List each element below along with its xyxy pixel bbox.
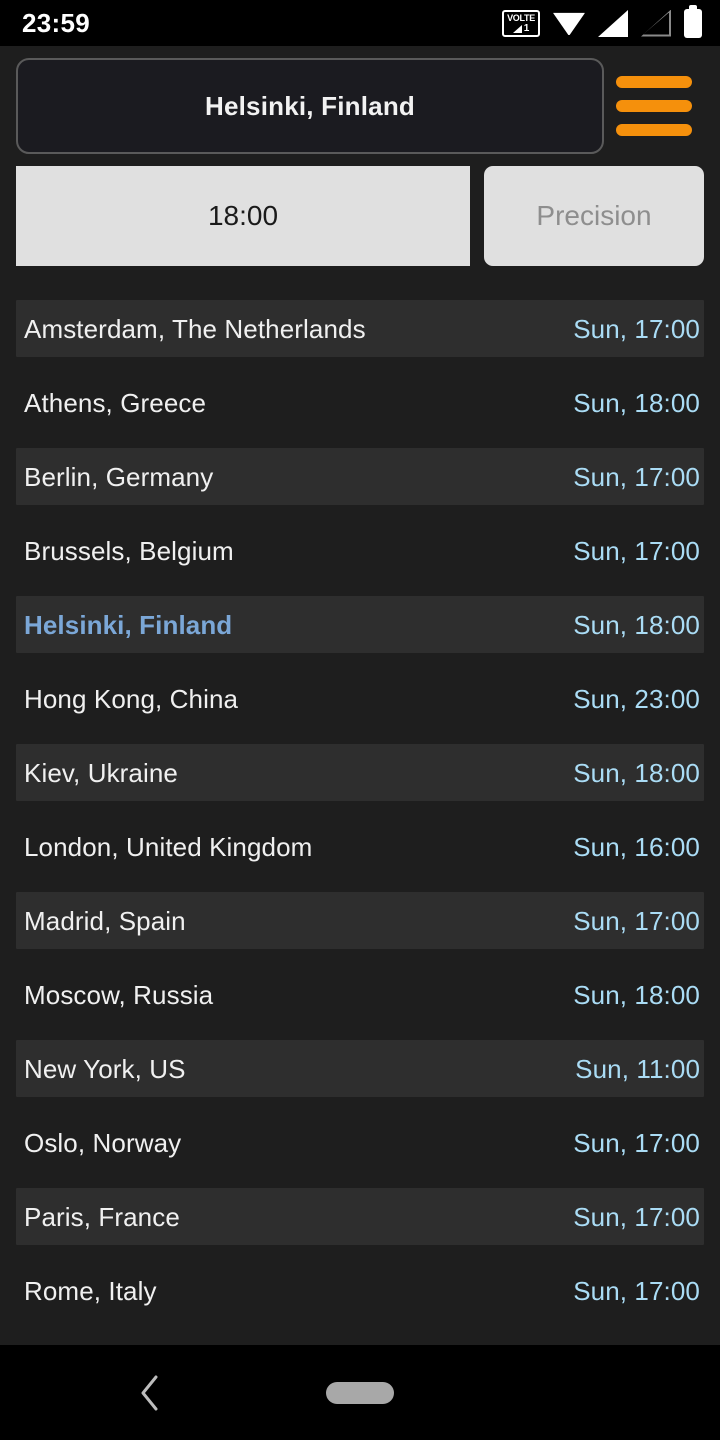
list-item[interactable]: Berlin, Germany Sun, 17:00 bbox=[0, 440, 720, 514]
city-time-value: Sun, 17:00 bbox=[573, 313, 700, 344]
volte-number: 1 bbox=[523, 22, 530, 34]
volte-signal: 1 bbox=[512, 22, 530, 34]
volte-icon: VOLTE 1 bbox=[502, 9, 540, 37]
list-item[interactable]: New York, US Sun, 11:00 bbox=[0, 1032, 720, 1106]
city-time-value: Sun, 17:00 bbox=[573, 905, 700, 936]
city-label: Hong Kong, China bbox=[24, 683, 239, 714]
precision-button[interactable]: Precision bbox=[484, 166, 704, 266]
time-button[interactable]: 18:00 bbox=[16, 166, 470, 266]
menu-bar-3 bbox=[616, 124, 692, 136]
city-time-value: Sun, 18:00 bbox=[573, 387, 700, 418]
list-item[interactable]: Brussels, Belgium Sun, 17:00 bbox=[0, 514, 720, 588]
list-item[interactable]: London, United Kingdom Sun, 16:00 bbox=[0, 810, 720, 884]
list-item[interactable]: Kiev, Ukraine Sun, 18:00 bbox=[0, 736, 720, 810]
city-time-value: Sun, 17:00 bbox=[573, 1127, 700, 1158]
city-time-value: Sun, 16:00 bbox=[573, 831, 700, 862]
app-header: Helsinki, Finland bbox=[0, 46, 720, 166]
control-bar: 18:00 Precision bbox=[0, 166, 720, 266]
list-item[interactable]: Rome, Italy Sun, 17:00 bbox=[0, 1254, 720, 1328]
city-time-list[interactable]: Amsterdam, The Netherlands Sun, 17:00 Athe… bbox=[0, 292, 720, 1338]
city-label: Kiev, Ukraine bbox=[24, 757, 178, 788]
cellular-signal-icon bbox=[598, 9, 628, 37]
hamburger-menu-icon[interactable] bbox=[604, 58, 704, 154]
system-navigation-bar bbox=[0, 1345, 720, 1440]
list-item[interactable]: Moscow, Russia Sun, 18:00 bbox=[0, 958, 720, 1032]
menu-bar-2 bbox=[616, 100, 692, 112]
city-time-value: Sun, 23:00 bbox=[573, 683, 700, 714]
city-label: Athens, Greece bbox=[24, 387, 207, 418]
wifi-icon bbox=[553, 11, 585, 35]
list-item[interactable]: Hong Kong, China Sun, 23:00 bbox=[0, 662, 720, 736]
city-time-value: Sun, 18:00 bbox=[573, 609, 700, 640]
city-label: Amsterdam, The Netherlands bbox=[24, 313, 366, 344]
volte-label: VOLTE bbox=[507, 12, 535, 23]
chevron-left-icon[interactable] bbox=[127, 1371, 171, 1415]
status-bar: 23:59 VOLTE 1 bbox=[0, 0, 720, 46]
city-time-value: Sun, 17:00 bbox=[573, 1275, 700, 1306]
list-item[interactable]: Helsinki, Finland Sun, 18:00 bbox=[0, 588, 720, 662]
list-item[interactable]: Paris, France Sun, 17:00 bbox=[0, 1180, 720, 1254]
list-item[interactable]: Amsterdam, The Netherlands Sun, 17:00 bbox=[0, 292, 720, 366]
city-time-value: Sun, 18:00 bbox=[573, 757, 700, 788]
city-time-value: Sun, 18:00 bbox=[573, 979, 700, 1010]
status-bar-icons: VOLTE 1 bbox=[502, 4, 702, 38]
home-pill-indicator[interactable] bbox=[326, 1381, 394, 1404]
city-label: New York, US bbox=[24, 1053, 186, 1084]
menu-bar-1 bbox=[616, 76, 692, 88]
city-label: Rome, Italy bbox=[24, 1275, 157, 1306]
city-label: Oslo, Norway bbox=[24, 1127, 182, 1158]
list-item[interactable]: Athens, Greece Sun, 18:00 bbox=[0, 366, 720, 440]
city-label: Paris, France bbox=[24, 1201, 180, 1232]
cellular-signal-empty-icon bbox=[641, 10, 671, 37]
city-time-value: Sun, 17:00 bbox=[573, 535, 700, 566]
city-label: London, United Kingdom bbox=[24, 831, 313, 862]
app-screen: 23:59 VOLTE 1 Helsinki, Finland 18:00 Pr… bbox=[0, 0, 720, 1440]
city-time-value: Sun, 17:00 bbox=[573, 1201, 700, 1232]
battery-icon bbox=[684, 4, 702, 38]
city-label: Moscow, Russia bbox=[24, 979, 214, 1010]
list-item[interactable]: Oslo, Norway Sun, 17:00 bbox=[0, 1106, 720, 1180]
city-label: Brussels, Belgium bbox=[24, 535, 234, 566]
status-bar-clock: 23:59 bbox=[22, 8, 90, 38]
city-search-input[interactable]: Helsinki, Finland bbox=[16, 58, 604, 154]
city-time-value: Sun, 11:00 bbox=[575, 1053, 700, 1084]
city-label: Madrid, Spain bbox=[24, 905, 186, 936]
volte-triangle-icon bbox=[512, 24, 522, 33]
city-label: Berlin, Germany bbox=[24, 461, 214, 492]
city-time-value: Sun, 17:00 bbox=[573, 461, 700, 492]
city-label: Helsinki, Finland bbox=[24, 609, 233, 640]
list-item[interactable]: Madrid, Spain Sun, 17:00 bbox=[0, 884, 720, 958]
